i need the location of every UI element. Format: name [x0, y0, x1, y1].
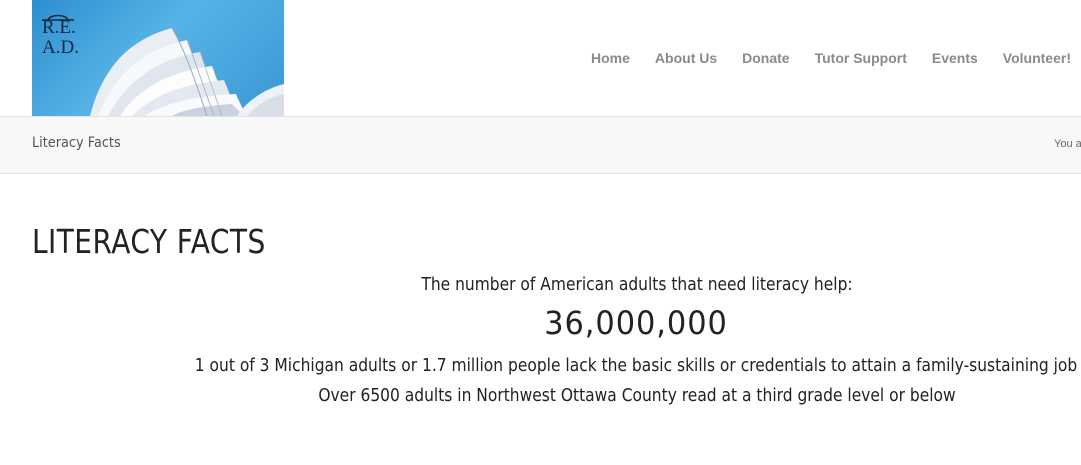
nav-events[interactable]: Events [932, 49, 978, 67]
page-heading: LITERACY FACTS [32, 222, 266, 261]
nav-home[interactable]: Home [591, 49, 630, 67]
breadcrumb: You a [1054, 138, 1081, 150]
main-nav: Home About Us Donate Tutor Support Event… [566, 49, 1071, 67]
site-logo[interactable]: R.E. A.D. [32, 0, 284, 116]
nav-donate[interactable]: Donate [742, 49, 789, 67]
fact-michigan: 1 out of 3 Michigan adults or 1.7 millio… [194, 355, 1078, 376]
page-title-bar: Literacy Facts You a [0, 116, 1081, 174]
nav-tutor-support[interactable]: Tutor Support [815, 49, 907, 67]
logo-line-2: A.D. [42, 37, 79, 58]
adults-count: 36,000,000 [544, 304, 728, 342]
nav-volunteer[interactable]: Volunteer! [1003, 49, 1071, 67]
logo-line-1: R.E. [42, 17, 76, 38]
title-bar-title: Literacy Facts [32, 135, 121, 151]
nav-about-us[interactable]: About Us [655, 49, 717, 67]
site-header: R.E. A.D. Home About Us Donate Tutor Sup… [0, 0, 1081, 116]
fact-ottawa: Over 6500 adults in Northwest Ottawa Cou… [318, 385, 956, 406]
fact-intro: The number of American adults that need … [421, 274, 853, 295]
logo-text: R.E. A.D. [42, 18, 102, 58]
